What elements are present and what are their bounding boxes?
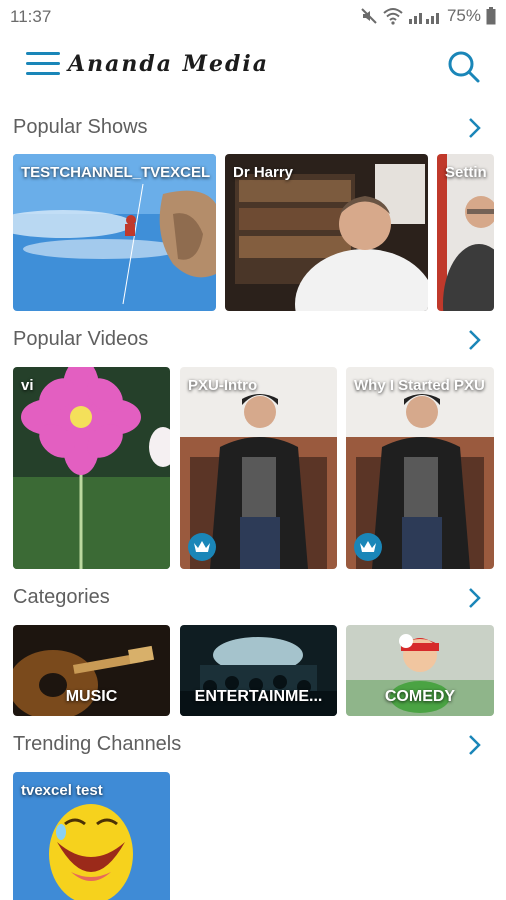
categories-row: MUSIC ENTERTAINME... COMEDY <box>0 625 506 716</box>
signal-icon <box>408 13 439 24</box>
chevron-right-icon[interactable] <box>464 733 484 757</box>
status-bar: 11:37 75% <box>0 0 506 34</box>
premium-badge <box>188 533 216 561</box>
app-title: Ananda Media <box>68 51 269 77</box>
section-title: Popular Videos <box>13 328 149 350</box>
video-label: Why I Started PXU <box>354 377 485 394</box>
status-time: 11:37 <box>10 7 52 26</box>
category-label: MUSIC <box>65 688 118 705</box>
category-card[interactable]: COMEDY <box>346 625 494 716</box>
category-label: ENTERTAINME... <box>194 688 323 705</box>
section-header-popular-videos: Popular Videos <box>0 320 506 360</box>
battery-text: 75% <box>446 6 481 25</box>
show-label: TESTCHANNEL_TVEXCEL <box>21 164 211 181</box>
section-title: Categories <box>13 586 110 608</box>
wifi-icon <box>383 8 403 25</box>
battery-icon <box>486 7 496 25</box>
section-header-trending-channels: Trending Channels <box>0 725 506 765</box>
premium-badge <box>354 533 382 561</box>
hamburger-menu-icon <box>26 52 60 55</box>
channel-card[interactable]: tvexcel test <box>13 772 170 900</box>
category-label: COMEDY <box>384 688 456 705</box>
show-card[interactable]: Dr Harry <box>225 154 428 311</box>
chevron-right-icon[interactable] <box>464 116 484 140</box>
section-title: Trending Channels <box>13 733 182 755</box>
section-header-categories: Categories <box>0 578 506 618</box>
video-card[interactable]: PXU-Intro <box>180 367 337 569</box>
show-label: Dr Harry <box>233 164 294 181</box>
crown-icon <box>194 541 210 552</box>
app-bar: Ananda Media <box>0 34 506 98</box>
section-header-popular-shows: Popular Shows <box>0 108 506 148</box>
category-card[interactable]: ENTERTAINME... <box>180 625 337 716</box>
menu-button[interactable] <box>26 52 60 80</box>
video-card[interactable]: Why I Started PXU <box>346 367 494 569</box>
channel-label: tvexcel test <box>21 782 103 799</box>
chevron-right-icon[interactable] <box>464 586 484 610</box>
crown-icon <box>360 541 376 552</box>
video-label: vi <box>21 377 34 394</box>
search-icon[interactable] <box>446 49 482 85</box>
show-card[interactable]: Settin <box>437 154 494 311</box>
video-thumbnail <box>13 367 170 569</box>
popular-videos-row: vi PXU-Intro Why I Started PXU <box>0 367 506 569</box>
video-label: PXU-Intro <box>188 377 258 394</box>
category-card[interactable]: MUSIC <box>13 625 170 716</box>
trending-channels-row: tvexcel test <box>0 772 506 900</box>
popular-shows-row: TESTCHANNEL_TVEXCEL Dr Harry Settin <box>0 154 506 311</box>
show-label: Settin <box>445 164 487 181</box>
section-title: Popular Shows <box>13 116 148 138</box>
show-card[interactable]: TESTCHANNEL_TVEXCEL <box>13 154 216 311</box>
status-icons: 75% <box>360 6 496 26</box>
video-card[interactable]: vi <box>13 367 170 569</box>
mute-icon <box>361 8 377 24</box>
chevron-right-icon[interactable] <box>464 328 484 352</box>
